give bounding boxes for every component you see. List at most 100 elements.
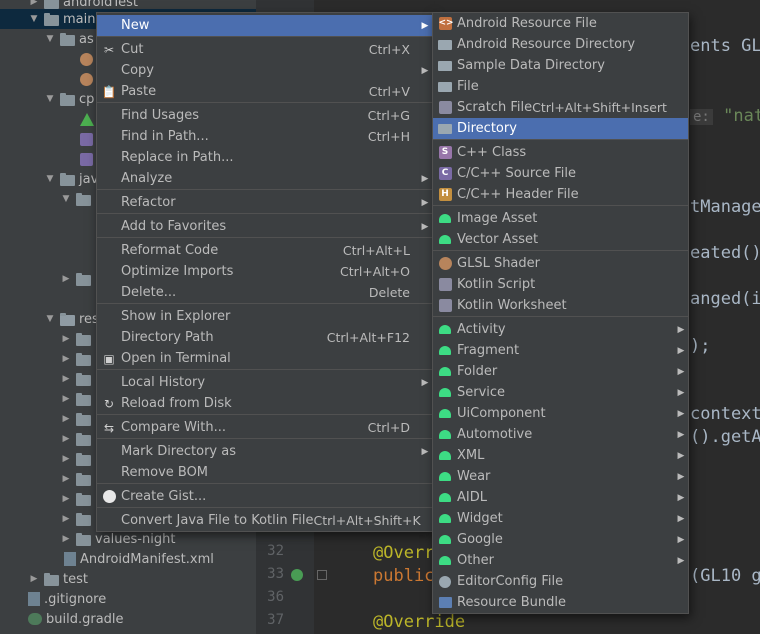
folder-icon [76, 332, 91, 346]
chevron-down-icon[interactable]: ▼ [44, 314, 56, 324]
menu-item-convert-java-file-to-kotlin-file[interactable]: Convert Java File to Kotlin File Ctrl+Alt… [97, 510, 432, 531]
chevron-down-icon[interactable]: ▼ [28, 14, 40, 24]
menu-item-find-in-path[interactable]: Find in Path... Ctrl+H [97, 126, 432, 147]
menu-item-c-class[interactable]: S C++ Class [433, 142, 688, 163]
menu-item-find-usages[interactable]: Find Usages Ctrl+G [97, 105, 432, 126]
chevron-down-icon[interactable]: ▼ [44, 34, 56, 44]
tree-item-label: as [79, 31, 94, 47]
menu-item-kotlin-worksheet[interactable]: Kotlin Worksheet [433, 295, 688, 316]
submenu-arrow-icon: ▶ [677, 429, 685, 440]
folder-icon [438, 60, 452, 71]
tree-item-label: cp [79, 91, 95, 107]
menu-item-c-c-header-file[interactable]: H C/C++ Header File [433, 184, 688, 205]
menu-item-label: Replace in Path... [121, 150, 234, 165]
menu-item-c-c-source-file[interactable]: C C/C++ Source File [433, 163, 688, 184]
menu-item-file[interactable]: File [433, 76, 688, 97]
tree-item-gitignore[interactable]: .gitignore [0, 589, 256, 609]
menu-item-mark-directory-as[interactable]: Mark Directory as ▶ [97, 441, 432, 462]
override-gutter-icon[interactable] [291, 569, 303, 581]
menu-item-icon-slot [433, 278, 457, 291]
menu-item-image-asset[interactable]: Image Asset [433, 208, 688, 229]
menu-item-remove-bom[interactable]: Remove BOM [97, 462, 432, 483]
folder-icon [76, 352, 91, 366]
tree-item-label: test [63, 571, 88, 587]
submenu-arrow-icon: ▶ [421, 173, 429, 184]
menu-item-aidl[interactable]: AIDL ▶ [433, 487, 688, 508]
menu-item-compare-with[interactable]: ⇆ Compare With... Ctrl+D [97, 417, 432, 438]
folder-icon [76, 472, 91, 486]
menu-item-open-in-terminal[interactable]: ▣ Open in Terminal [97, 348, 432, 369]
menu-item-xml[interactable]: XML ▶ [433, 445, 688, 466]
menu-item-shortcut: Ctrl+Alt+O [340, 264, 410, 279]
menu-item-optimize-imports[interactable]: Optimize Imports Ctrl+Alt+O [97, 261, 432, 282]
menu-item-directory[interactable]: Directory [433, 118, 688, 139]
menu-item-service[interactable]: Service ▶ [433, 382, 688, 403]
menu-item-local-history[interactable]: Local History ▶ [97, 372, 432, 393]
menu-item-google[interactable]: Google ▶ [433, 529, 688, 550]
file-icon [438, 81, 452, 92]
menu-item-activity[interactable]: Activity ▶ [433, 319, 688, 340]
tree-item-build-gradle[interactable]: build.gradle [0, 609, 256, 629]
tree-item-test[interactable]: ▶ test [0, 569, 256, 589]
menu-item-android-resource-file[interactable]: <> Android Resource File [433, 13, 688, 34]
tree-item-values-night[interactable]: ▶ values-night [0, 529, 256, 549]
menu-item-vector-asset[interactable]: Vector Asset [433, 229, 688, 250]
chevron-down-icon[interactable]: ▼ [44, 174, 56, 184]
fold-icon[interactable] [317, 570, 327, 580]
menu-item-show-in-explorer[interactable]: Show in Explorer [97, 306, 432, 327]
menu-item-refactor[interactable]: Refactor ▶ [97, 192, 432, 213]
menu-item-android-resource-directory[interactable]: Android Resource Directory [433, 34, 688, 55]
menu-item-analyze[interactable]: Analyze ▶ [97, 168, 432, 189]
menu-item-kotlin-script[interactable]: Kotlin Script [433, 274, 688, 295]
folder-icon [76, 372, 91, 386]
menu-separator [97, 102, 432, 103]
submenu-arrow-icon: ▶ [421, 65, 429, 76]
menu-item-create-gist[interactable]: Create Gist... [97, 486, 432, 507]
menu-item-label: Reload from Disk [121, 396, 232, 411]
cpp-source-icon: C [438, 167, 452, 180]
submenu-arrow-icon: ▶ [677, 492, 685, 503]
menu-item-automotive[interactable]: Automotive ▶ [433, 424, 688, 445]
menu-item-cut[interactable]: ✂ Cut Ctrl+X [97, 39, 432, 60]
line-number: 37 [267, 612, 284, 628]
android-icon [439, 514, 451, 523]
menu-item-wear[interactable]: Wear ▶ [433, 466, 688, 487]
menu-item-uicomponent[interactable]: UiComponent ▶ [433, 403, 688, 424]
chevron-right-icon[interactable]: ▶ [60, 274, 72, 284]
menu-item-directory-path[interactable]: Directory Path Ctrl+Alt+F12 [97, 327, 432, 348]
chevron-down-icon[interactable]: ▼ [60, 194, 72, 204]
menu-item-replace-in-path[interactable]: Replace in Path... [97, 147, 432, 168]
tree-item-label: AndroidManifest.xml [80, 551, 214, 567]
menu-item-fragment[interactable]: Fragment ▶ [433, 340, 688, 361]
chevron-right-icon[interactable]: ▶ [28, 574, 40, 584]
menu-item-other[interactable]: Other ▶ [433, 550, 688, 571]
submenu-arrow-icon: ▶ [677, 345, 685, 356]
menu-item-label: Create Gist... [121, 489, 207, 504]
menu-item-glsl-shader[interactable]: GLSL Shader [433, 253, 688, 274]
menu-item-resource-bundle[interactable]: Resource Bundle [433, 592, 688, 613]
menu-item-editorconfig-file[interactable]: EditorConfig File [433, 571, 688, 592]
menu-item-label: New [121, 18, 150, 33]
menu-item-reload-from-disk[interactable]: ↻ Reload from Disk [97, 393, 432, 414]
menu-item-copy[interactable]: Copy ▶ [97, 60, 432, 81]
glsl-icon [80, 72, 93, 86]
menu-item-paste[interactable]: 📋 Paste Ctrl+V [97, 81, 432, 102]
menu-item-icon-slot: ✂ [97, 43, 121, 57]
menu-item-icon-slot: ▣ [97, 352, 121, 366]
menu-item-delete[interactable]: Delete... Delete [97, 282, 432, 303]
menu-item-new[interactable]: New ▶ [97, 15, 432, 36]
tree-item-manifest[interactable]: AndroidManifest.xml [0, 549, 256, 569]
menu-item-folder[interactable]: Folder ▶ [433, 361, 688, 382]
menu-item-reformat-code[interactable]: Reformat Code Ctrl+Alt+L [97, 240, 432, 261]
code-fragment: context) [690, 404, 760, 424]
menu-item-add-to-favorites[interactable]: Add to Favorites ▶ [97, 216, 432, 237]
menu-item-widget[interactable]: Widget ▶ [433, 508, 688, 529]
menu-item-sample-data-directory[interactable]: Sample Data Directory [433, 55, 688, 76]
menu-separator [97, 483, 432, 484]
chevron-right-icon[interactable]: ▶ [60, 534, 72, 544]
chevron-down-icon[interactable]: ▼ [44, 94, 56, 104]
package-icon [76, 192, 91, 206]
menu-item-shortcut: Ctrl+D [367, 420, 410, 435]
chevron-right-icon[interactable]: ▶ [28, 0, 40, 7]
menu-item-scratch-file[interactable]: Scratch File Ctrl+Alt+Shift+Insert [433, 97, 688, 118]
